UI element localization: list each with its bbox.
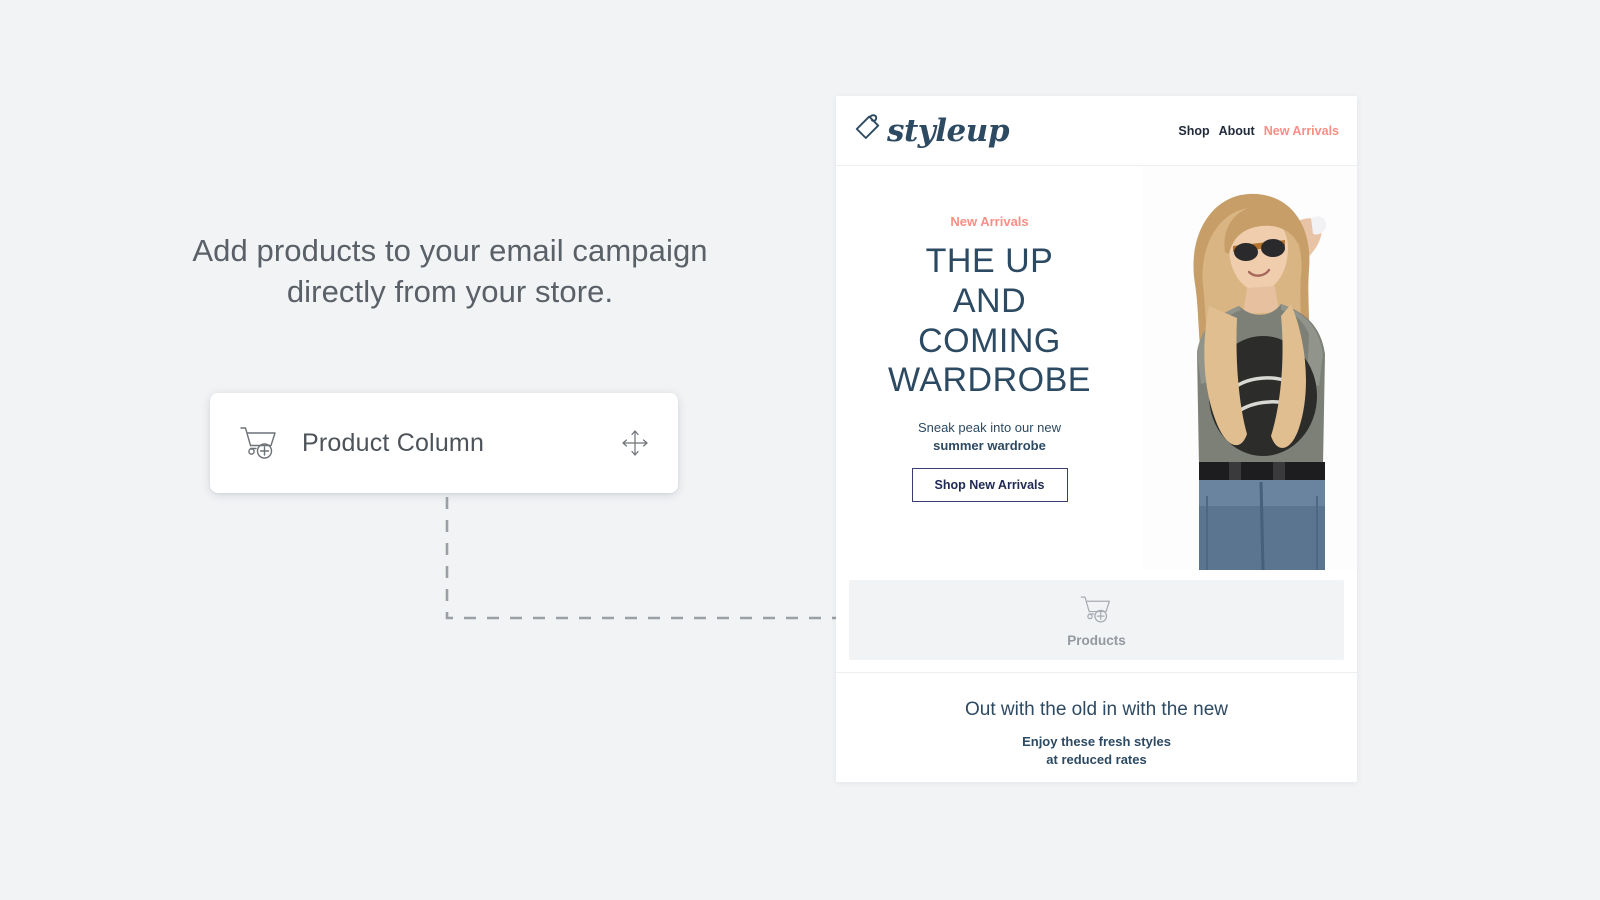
shop-new-arrivals-button[interactable]: Shop New Arrivals <box>911 468 1068 503</box>
email-footer: Out with the old in with the new Enjoy t… <box>836 672 1357 782</box>
products-dropzone[interactable]: Products <box>849 580 1344 660</box>
hero-title-line-4: WARDROBE <box>888 361 1091 400</box>
footer-title: Out with the old in with the new <box>965 699 1228 720</box>
hero-title: THE UP AND COMING WARDROBE <box>836 242 1143 401</box>
move-arrows-icon[interactable] <box>618 426 652 460</box>
hero-sub-bold: summer wardrobe <box>933 437 1046 453</box>
page-title: Add products to your email campaign dire… <box>150 230 750 312</box>
nav-item-new-arrivals[interactable]: New Arrivals <box>1264 124 1339 138</box>
cart-plus-icon <box>1077 593 1117 631</box>
connector-line <box>430 495 860 635</box>
footer-subtext: Enjoy these fresh styles at reduced rate… <box>856 733 1337 768</box>
product-column-card[interactable]: Product Column <box>210 393 678 493</box>
hero-title-line-1: THE UP <box>925 242 1054 280</box>
brand-logo[interactable]: styleup <box>852 113 1178 149</box>
hero-sub-regular: Sneak peak into our new <box>917 420 1062 436</box>
headline-line-1: Add products to your email campaign <box>192 233 708 268</box>
hero-model-photo <box>1143 166 1357 570</box>
dropzone-row: Products <box>836 570 1357 672</box>
nav-item-about[interactable]: About <box>1219 124 1255 138</box>
cart-plus-icon <box>236 421 284 465</box>
product-column-label: Product Column <box>302 428 485 457</box>
hero-copy: New Arrivals THE UP AND COMING WARDROBE … <box>836 214 1143 503</box>
price-tag-icon <box>852 113 882 148</box>
email-header: styleup Shop About New Arrivals <box>836 96 1357 166</box>
promo-text-block: Add products to your email campaign dire… <box>150 230 750 312</box>
email-hero: New Arrivals THE UP AND COMING WARDROBE … <box>836 166 1357 570</box>
hero-title-line-3: COMING <box>918 321 1061 360</box>
headline-line-2: directly from your store. <box>286 274 614 310</box>
nav-item-shop[interactable]: Shop <box>1178 124 1209 138</box>
dropzone-label: Products <box>1067 632 1126 648</box>
hero-title-line-2: AND <box>952 281 1027 320</box>
email-nav: Shop About New Arrivals <box>1178 124 1339 138</box>
hero-subtext: Sneak peak into our new summer wardrobe <box>836 419 1143 454</box>
hero-eyebrow: New Arrivals <box>950 214 1029 229</box>
footer-sub-line-2: at reduced rates <box>1046 751 1147 767</box>
footer-sub-line-1: Enjoy these fresh styles <box>1022 734 1171 749</box>
email-preview[interactable]: styleup Shop About New Arrivals New Arri… <box>836 96 1357 782</box>
brand-name: styleup <box>887 112 1010 149</box>
